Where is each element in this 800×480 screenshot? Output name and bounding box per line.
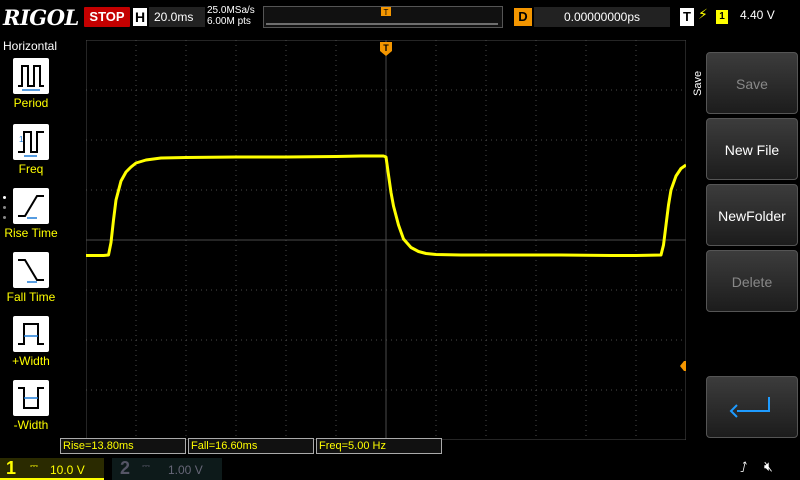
trigger-badge: T	[680, 8, 694, 26]
dc-coupling-icon: ⎓	[142, 461, 150, 472]
channel-2-number: 2	[120, 458, 131, 478]
positive-width-icon	[13, 316, 49, 352]
waveform-display[interactable]: T	[86, 40, 686, 440]
measure-period-label: Period	[13, 96, 49, 110]
delay-value[interactable]: 0.00000000ps	[534, 7, 670, 27]
trigger-level[interactable]: 4.40 V	[740, 8, 775, 22]
measure-positive-width-label: +Width	[12, 354, 50, 368]
measure-negative-width-label: -Width	[13, 418, 49, 432]
rise-time-icon	[13, 188, 49, 224]
channel-1-scale: 10.0 V	[50, 463, 85, 477]
save-button-label: Save	[736, 76, 768, 92]
brand-logo: RIGOL	[3, 5, 79, 30]
return-arrow-icon	[729, 397, 770, 418]
new-file-button-label: New File	[724, 142, 780, 158]
acquisition-info: 25.0MSa/s 6.00M pts	[207, 5, 255, 27]
measure-freq[interactable]: 1 Freq	[0, 124, 62, 186]
measure-negative-width[interactable]: -Width	[0, 380, 62, 442]
save-menu: Save Save New File NewFolder Delete	[686, 36, 800, 440]
measure-fall-time[interactable]: Fall Time	[0, 252, 62, 314]
channel-bar: 1 ⎓ 10.0 V 2 ⎓ 1.00 V ⭜ 🔇︎	[0, 456, 800, 480]
trigger-source: 1	[716, 10, 728, 24]
channel-2-tab[interactable]: 2 ⎓ 1.00 V	[112, 458, 222, 480]
memory-overview-strip[interactable]: T	[263, 6, 503, 28]
negative-width-icon	[13, 380, 49, 416]
trigger-time-marker-label: T	[383, 43, 389, 53]
measurement-rise[interactable]: Rise=13.80ms	[60, 438, 186, 454]
measure-period[interactable]: Period	[0, 58, 62, 120]
save-button[interactable]: Save	[706, 52, 798, 114]
fall-time-icon	[13, 252, 49, 288]
ch1-ground-marker-label: 1	[74, 381, 80, 391]
measurement-fall[interactable]: Fall=16.60ms	[188, 438, 314, 454]
menu-title: Horizontal	[3, 39, 58, 53]
dc-coupling-icon: ⎓	[30, 461, 38, 472]
new-folder-button[interactable]: NewFolder	[706, 184, 798, 246]
run-stop-status[interactable]: STOP	[84, 7, 130, 27]
period-icon	[13, 58, 49, 94]
measure-fall-time-label: Fall Time	[6, 290, 56, 304]
measurement-freq[interactable]: Freq=5.00 Hz	[316, 438, 442, 454]
trigger-position-label: T	[384, 8, 389, 17]
measure-rise-time[interactable]: Rise Time	[0, 188, 62, 250]
timebase-value[interactable]: 20.0ms	[149, 7, 205, 27]
memory-overview-waveform: T	[266, 7, 498, 25]
measure-positive-width[interactable]: +Width	[0, 316, 62, 378]
delete-button[interactable]: Delete	[706, 250, 798, 312]
channel-2-scale: 1.00 V	[168, 463, 203, 477]
horizontal-measure-menu: Horizontal Period 1 Freq Rise Time Fall …	[0, 36, 62, 456]
rising-edge-icon: ⚡	[698, 7, 708, 23]
speaker-muted-icon[interactable]: 🔇︎	[764, 459, 773, 475]
return-button[interactable]	[706, 376, 798, 438]
menu-title: Save	[692, 70, 704, 96]
freq-icon: 1	[13, 124, 49, 160]
svg-text:1: 1	[19, 135, 24, 144]
new-folder-button-label: NewFolder	[718, 208, 786, 224]
delay-badge: D	[514, 8, 532, 26]
measure-freq-label: Freq	[18, 162, 44, 176]
sample-rate: 25.0MSa/s	[207, 5, 255, 16]
memory-depth: 6.00M pts	[207, 16, 251, 27]
status-bar: RIGOL STOP H 20.0ms 25.0MSa/s 6.00M pts …	[0, 0, 800, 36]
new-file-button[interactable]: New File	[706, 118, 798, 180]
usb-icon: ⭜	[740, 460, 748, 476]
delete-button-label: Delete	[731, 274, 773, 290]
horizontal-badge: H	[133, 8, 147, 26]
channel-1-number: 1	[6, 458, 17, 478]
channel-1-tab[interactable]: 1 ⎓ 10.0 V	[0, 458, 104, 480]
measure-rise-time-label: Rise Time	[4, 226, 58, 240]
